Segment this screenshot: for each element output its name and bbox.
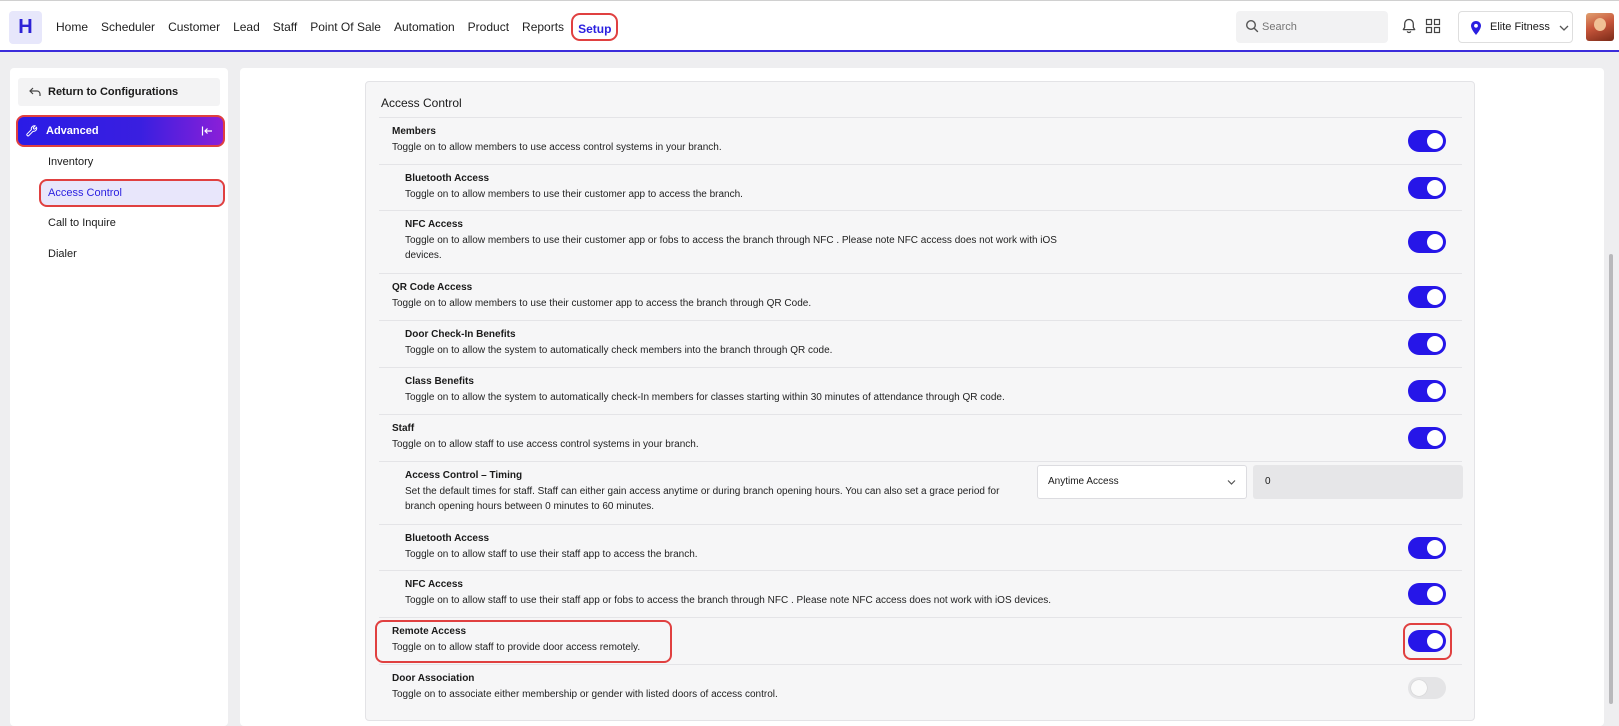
bell-icon[interactable] xyxy=(1400,17,1418,35)
setting-row-staff-nfc-access: NFC Access Toggle on to allow staff to u… xyxy=(379,570,1462,617)
settings-sidebar: Return to Configurations Advanced Invent… xyxy=(10,68,228,726)
sidebar-item-inventory[interactable]: Inventory xyxy=(39,148,225,176)
setting-title: Class Benefits xyxy=(405,376,474,387)
return-label: Return to Configurations xyxy=(48,86,179,98)
setting-description: Toggle on to allow staff to use their st… xyxy=(405,595,1052,606)
search-box[interactable] xyxy=(1236,11,1388,43)
door-association-toggle[interactable] xyxy=(1408,677,1446,699)
nav-point-of-sale[interactable]: Point Of Sale xyxy=(304,13,387,41)
staff-toggle[interactable] xyxy=(1408,427,1446,449)
staff-nfc-toggle[interactable] xyxy=(1408,583,1446,605)
setting-row-staff: Staff Toggle on to allow staff to use ac… xyxy=(379,414,1462,461)
access-timing-value: Anytime Access xyxy=(1048,476,1119,487)
setting-row-class-benefits: Class Benefits Toggle on to allow the sy… xyxy=(379,367,1462,414)
nav-product[interactable]: Product xyxy=(462,13,515,41)
setting-row-staff-bluetooth-access: Bluetooth Access Toggle on to allow staf… xyxy=(379,524,1462,570)
setting-title: Staff xyxy=(392,423,415,434)
section-title: Access Control xyxy=(381,96,462,110)
setting-description: Toggle on to allow staff to provide door… xyxy=(392,642,641,653)
nav-home[interactable]: Home xyxy=(50,13,94,41)
branch-name: Elite Fitness xyxy=(1490,21,1550,33)
apps-grid-icon[interactable] xyxy=(1425,18,1441,34)
setting-description: Toggle on to allow staff to use access c… xyxy=(392,439,699,450)
setting-title: Door Association xyxy=(392,673,475,684)
setting-title: QR Code Access xyxy=(392,282,473,293)
chevron-down-icon xyxy=(1227,480,1236,485)
setting-title: Bluetooth Access xyxy=(405,533,490,544)
setting-row-door-check-in-benefits: Door Check-In Benefits Toggle on to allo… xyxy=(379,320,1462,367)
search-input[interactable] xyxy=(1262,11,1382,43)
advanced-section-header[interactable]: Advanced xyxy=(16,115,225,147)
setting-title: Bluetooth Access xyxy=(405,173,490,184)
setting-row-door-association: Door Association Toggle on to associate … xyxy=(379,664,1462,711)
nav-setup[interactable]: Setup xyxy=(571,13,619,41)
setting-description: Toggle on to allow the system to automat… xyxy=(405,392,1005,403)
setting-description: Toggle on to allow members to use their … xyxy=(405,189,743,200)
class-benefits-toggle[interactable] xyxy=(1408,380,1446,402)
nav-scheduler[interactable]: Scheduler xyxy=(95,13,161,41)
setting-row-member-nfc-access: NFC Access Toggle on to allow members to… xyxy=(379,210,1462,273)
sidebar-item-access-control[interactable]: Access Control xyxy=(39,179,225,207)
setting-row-remote-access: Remote Access Toggle on to allow staff t… xyxy=(375,617,1462,664)
main-nav: Home Scheduler Customer Lead Staff Point… xyxy=(50,1,619,53)
nav-automation[interactable]: Automation xyxy=(388,13,461,41)
scrollbar[interactable] xyxy=(1609,254,1613,704)
sidebar-item-call-to-inquire[interactable]: Call to Inquire xyxy=(39,209,225,237)
setting-title: Members xyxy=(392,126,436,137)
setting-description: Toggle on to allow the system to automat… xyxy=(405,345,833,356)
setting-title: Access Control – Timing xyxy=(405,470,523,481)
collapse-sidebar-icon[interactable] xyxy=(201,125,213,137)
user-avatar[interactable] xyxy=(1586,13,1614,41)
setting-title: Remote Access xyxy=(392,626,467,637)
setting-row-access-control-timing: Access Control – Timing Set the default … xyxy=(379,461,1463,524)
member-bluetooth-toggle[interactable] xyxy=(1408,177,1446,199)
chevron-down-icon xyxy=(1559,25,1569,31)
setting-description: Toggle on to allow members to use their … xyxy=(405,235,1057,261)
setting-row-qr-code-access: QR Code Access Toggle on to allow member… xyxy=(379,273,1462,320)
qr-code-toggle[interactable] xyxy=(1408,286,1446,308)
setting-description: Toggle on to allow members to use access… xyxy=(392,142,722,153)
setting-description: Set the default times for staff. Staff c… xyxy=(405,486,1000,512)
members-toggle[interactable] xyxy=(1408,130,1446,152)
setting-title: NFC Access xyxy=(405,579,463,590)
access-control-card: Access Control Members Toggle on to allo… xyxy=(365,81,1475,721)
main-content: Access Control Members Toggle on to allo… xyxy=(240,68,1604,726)
door-check-in-toggle[interactable] xyxy=(1408,333,1446,355)
setting-title: Door Check-In Benefits xyxy=(405,329,516,340)
return-to-configurations-link[interactable]: Return to Configurations xyxy=(18,78,220,106)
staff-bluetooth-toggle[interactable] xyxy=(1408,537,1446,559)
top-navigation-bar: H Home Scheduler Customer Lead Staff Poi… xyxy=(0,0,1619,52)
location-pin-icon xyxy=(1471,21,1481,35)
back-arrow-icon xyxy=(29,87,41,96)
setting-title: NFC Access xyxy=(405,219,463,230)
remote-access-toggle[interactable] xyxy=(1408,630,1446,652)
access-timing-select[interactable]: Anytime Access xyxy=(1037,465,1247,499)
nav-staff[interactable]: Staff xyxy=(267,13,303,41)
member-nfc-toggle[interactable] xyxy=(1408,231,1446,253)
setting-row-members: Members Toggle on to allow members to us… xyxy=(379,117,1462,164)
setting-description: Toggle on to allow staff to use their st… xyxy=(405,549,698,560)
grace-period-input[interactable]: 0 xyxy=(1253,465,1463,499)
app-logo[interactable]: H xyxy=(9,11,42,44)
setting-description: Toggle on to associate either membership… xyxy=(392,689,778,700)
setting-row-member-bluetooth-access: Bluetooth Access Toggle on to allow memb… xyxy=(379,164,1462,210)
branch-selector[interactable]: Elite Fitness xyxy=(1458,11,1573,43)
sidebar-item-dialer[interactable]: Dialer xyxy=(39,240,225,268)
setting-description: Toggle on to allow members to use their … xyxy=(392,298,812,309)
nav-lead[interactable]: Lead xyxy=(227,13,266,41)
wrench-icon xyxy=(26,125,38,137)
advanced-label: Advanced xyxy=(46,125,99,137)
nav-customer[interactable]: Customer xyxy=(162,13,226,41)
nav-reports[interactable]: Reports xyxy=(516,13,570,41)
search-icon xyxy=(1245,19,1259,33)
